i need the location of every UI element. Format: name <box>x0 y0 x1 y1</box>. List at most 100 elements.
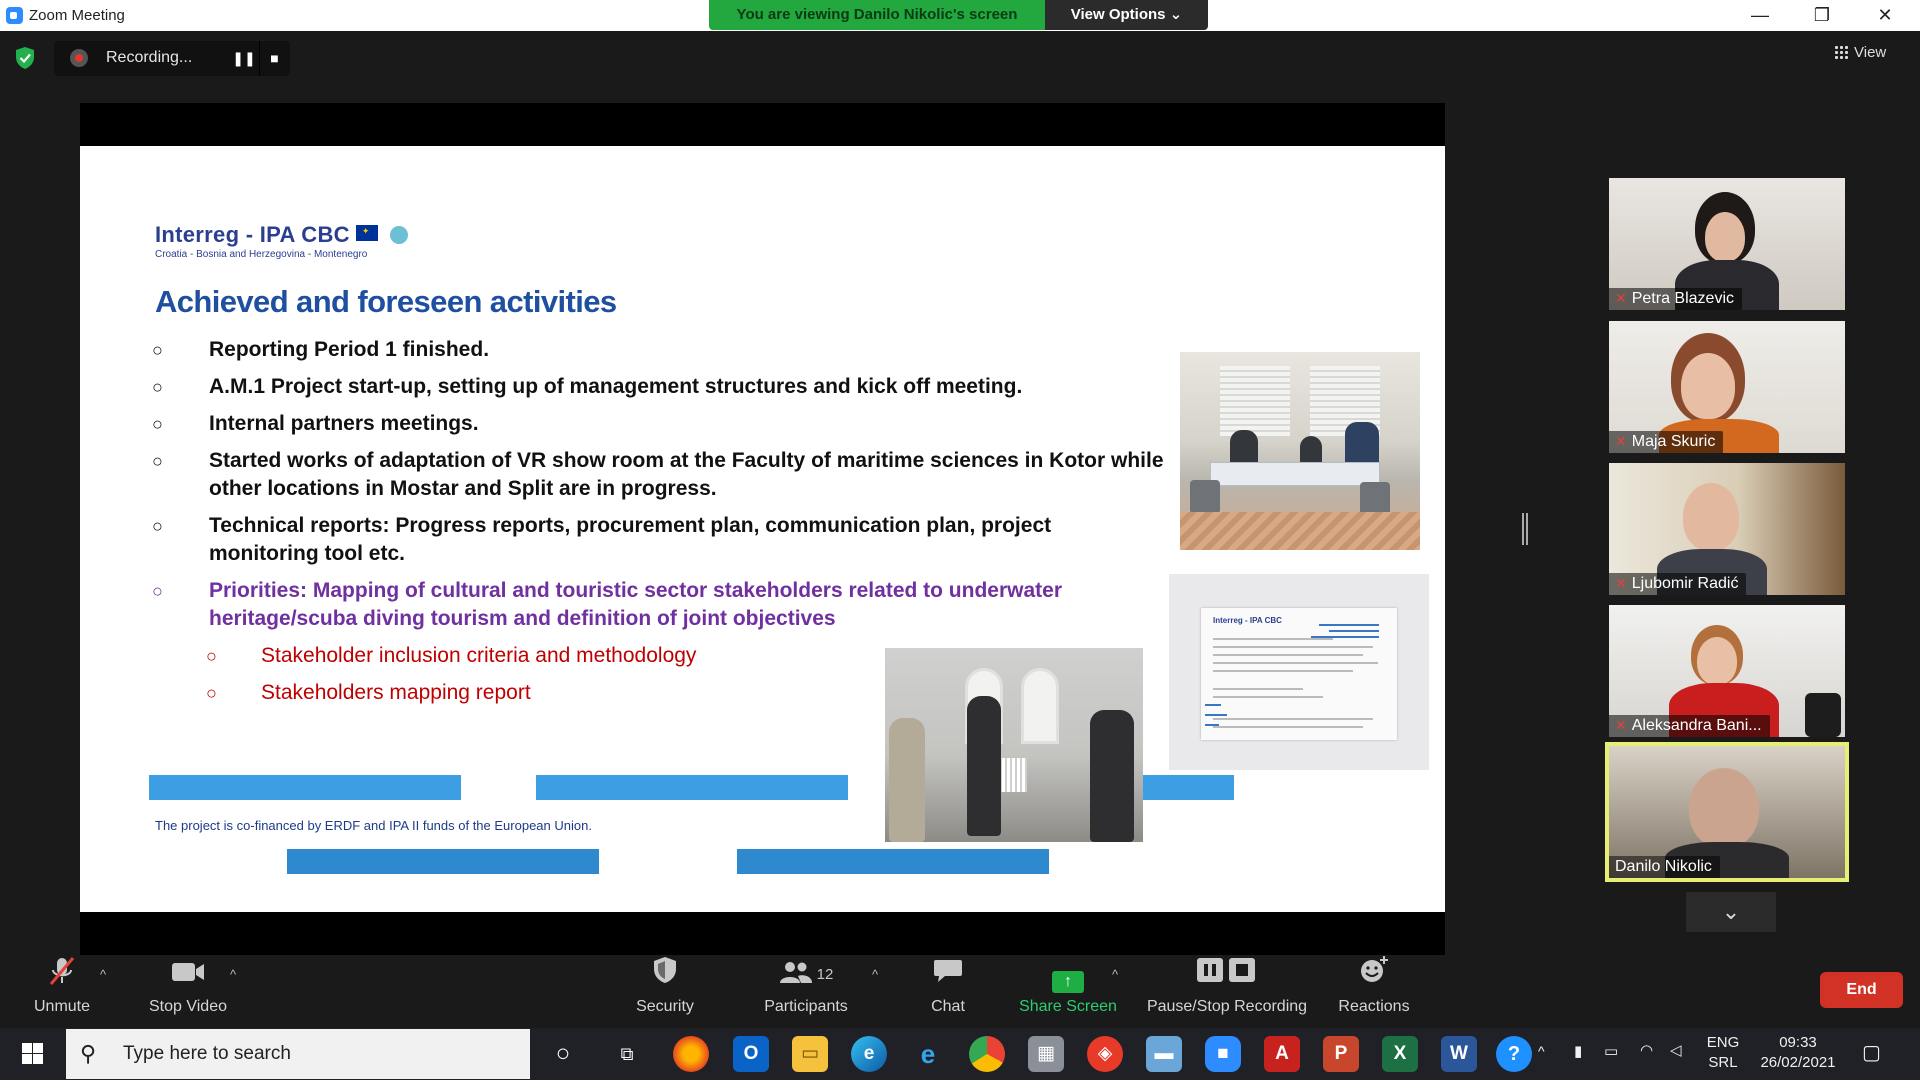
taskbar-clock[interactable]: 09:33 26/02/2021 <box>1755 1034 1841 1071</box>
audio-options-caret[interactable]: ^ <box>98 955 114 1028</box>
wifi-icon[interactable]: ◠ <box>1640 1041 1653 1059</box>
participant-name: ✕ Aleksandra Bani... <box>1609 715 1770 737</box>
document-photo: Interreg - IPA CBC <box>1169 574 1429 770</box>
meeting-controls-bar: Unmute ^ Stop Video ^ Security 12 Partic… <box>0 955 1920 1028</box>
muted-mic-icon: ✕ <box>1615 433 1627 449</box>
minimize-button[interactable]: — <box>1731 0 1789 31</box>
bullet-item: ○ A.M.1 Project start-up, setting up of m… <box>152 375 1023 398</box>
logo-main-text: Interreg - IPA CBC <box>155 222 350 247</box>
windows-start-button[interactable] <box>0 1028 64 1080</box>
video-camera-icon <box>140 955 236 995</box>
participant-tile[interactable]: ✕ Maja Skuric <box>1609 321 1845 453</box>
photo-radiator <box>997 758 1027 792</box>
view-layout-button[interactable]: View <box>1834 44 1886 61</box>
photo-person <box>967 696 1001 836</box>
excel-icon[interactable]: X <box>1382 1036 1418 1072</box>
outlook-icon[interactable]: O <box>733 1036 769 1072</box>
participants-count: 12 <box>816 966 834 983</box>
stop-video-button[interactable]: Stop Video <box>140 955 236 1028</box>
zoom-taskbar-icon[interactable]: ■ <box>1205 1036 1241 1072</box>
photo-doc-header: Interreg - IPA CBC <box>1213 616 1282 625</box>
logo-sub-text: Croatia - Bosnia and Herzegovina - Monte… <box>155 249 368 260</box>
calculator-icon[interactable]: ▦ <box>1028 1036 1064 1072</box>
chat-bubble-icon <box>918 955 978 995</box>
showroom-photo <box>885 648 1143 842</box>
participants-button[interactable]: 12 Participants <box>756 955 856 1028</box>
end-meeting-button[interactable]: End <box>1820 972 1903 1008</box>
pause-recording-button[interactable]: ❚❚ <box>229 41 259 76</box>
photo-floor <box>1180 512 1420 550</box>
participant-tile-active-speaker[interactable]: Danilo Nikolic <box>1605 742 1849 882</box>
recording-dot-icon <box>70 49 88 67</box>
decorative-bar <box>149 775 461 800</box>
share-options-caret[interactable]: ^ <box>1110 955 1126 1028</box>
share-screen-button[interactable]: ↑ Share Screen <box>1016 955 1120 1028</box>
notifications-icon[interactable]: ▢ <box>1862 1040 1881 1065</box>
windows-logo-icon <box>22 1043 32 1053</box>
pause-stop-recording-icon <box>1142 955 1312 995</box>
view-options-button[interactable]: View Options ⌄ <box>1045 0 1208 30</box>
panel-resize-handle[interactable] <box>1522 513 1528 545</box>
photo-window <box>1220 366 1290 436</box>
participant-name: Danilo Nikolic <box>1609 856 1720 878</box>
input-language-indicator[interactable]: ENG SRL <box>1703 1034 1743 1071</box>
microphone-tray-icon[interactable]: ▮ <box>1574 1042 1582 1060</box>
muted-mic-icon: ✕ <box>1615 290 1627 306</box>
project-badge-icon <box>389 226 408 244</box>
anydesk-icon[interactable]: ◈ <box>1087 1036 1123 1072</box>
taskbar-search-box[interactable]: ⚲ Type here to search <box>66 1029 530 1079</box>
edge-icon[interactable]: e <box>851 1036 887 1072</box>
chrome-icon[interactable] <box>969 1036 1005 1072</box>
participant-tile[interactable]: ✕ Petra Blazevic <box>1609 178 1845 310</box>
security-button[interactable]: Security <box>620 955 710 1028</box>
volume-icon[interactable]: ◁ <box>1670 1041 1682 1059</box>
decorative-bar <box>287 849 599 874</box>
stop-recording-button[interactable]: ■ <box>259 41 289 76</box>
firefox-icon[interactable] <box>673 1036 709 1072</box>
participant-name: ✕ Maja Skuric <box>1609 431 1724 453</box>
participant-tile[interactable]: ✕ Aleksandra Bani... <box>1609 605 1845 737</box>
word-icon[interactable]: W <box>1441 1036 1477 1072</box>
photo-chair <box>1360 482 1390 516</box>
unmute-button[interactable]: Unmute <box>20 955 104 1028</box>
participant-name: ✕ Petra Blazevic <box>1609 288 1742 310</box>
participant-tile[interactable]: ✕ Ljubomir Radić <box>1609 463 1845 595</box>
participants-options-caret[interactable]: ^ <box>870 955 886 1028</box>
close-button[interactable]: ✕ <box>1856 0 1914 31</box>
restore-button[interactable]: ❐ <box>1793 0 1851 31</box>
network-tool-icon[interactable]: ▬ <box>1146 1036 1182 1072</box>
help-icon[interactable]: ? <box>1496 1036 1532 1072</box>
photo-table <box>1210 462 1380 486</box>
interreg-logo: Interreg - IPA CBC Croatia - Bosnia and … <box>155 222 408 260</box>
search-icon: ⚲ <box>80 1041 97 1066</box>
view-label: View <box>1854 44 1887 61</box>
bullet-item: ○ Started works of adaptation of VR show … <box>152 449 1164 500</box>
muted-mic-icon: ✕ <box>1615 717 1627 733</box>
recording-label: Recording... <box>106 49 193 66</box>
encryption-shield-icon[interactable] <box>14 46 36 70</box>
battery-icon[interactable]: ▭ <box>1604 1042 1618 1060</box>
acrobat-icon[interactable]: A <box>1264 1036 1300 1072</box>
reactions-button[interactable]: Reactions <box>1332 955 1416 1028</box>
photo-person <box>889 718 925 842</box>
zoom-app-icon <box>6 7 23 24</box>
task-view-icon[interactable]: ⧉ <box>609 1036 645 1072</box>
security-shield-icon <box>620 955 710 995</box>
muted-mic-icon: ✕ <box>1615 575 1627 591</box>
cortana-icon[interactable]: ○ <box>545 1036 581 1072</box>
meeting-room-photo <box>1180 352 1420 550</box>
bullet-item: ○ Technical reports: Progress reports, pr… <box>152 514 1052 565</box>
video-options-caret[interactable]: ^ <box>228 955 244 1028</box>
internet-explorer-icon[interactable]: e <box>910 1036 946 1072</box>
pause-stop-recording-button[interactable]: Pause/Stop Recording <box>1142 955 1312 1028</box>
file-explorer-icon[interactable]: ▭ <box>792 1036 828 1072</box>
participant-video <box>1689 768 1759 848</box>
show-hidden-icons-chevron-icon[interactable]: ^ <box>1538 1043 1545 1059</box>
powerpoint-icon[interactable]: P <box>1323 1036 1359 1072</box>
presentation-slide: Interreg - IPA CBC Croatia - Bosnia and … <box>80 146 1445 912</box>
participants-icon: 12 <box>756 955 856 995</box>
share-screen-icon: ↑ <box>1016 955 1120 995</box>
chat-button[interactable]: Chat <box>918 955 978 1028</box>
scroll-participants-down-button[interactable]: ⌄ <box>1686 892 1776 932</box>
window-title: Zoom Meeting <box>29 7 125 24</box>
